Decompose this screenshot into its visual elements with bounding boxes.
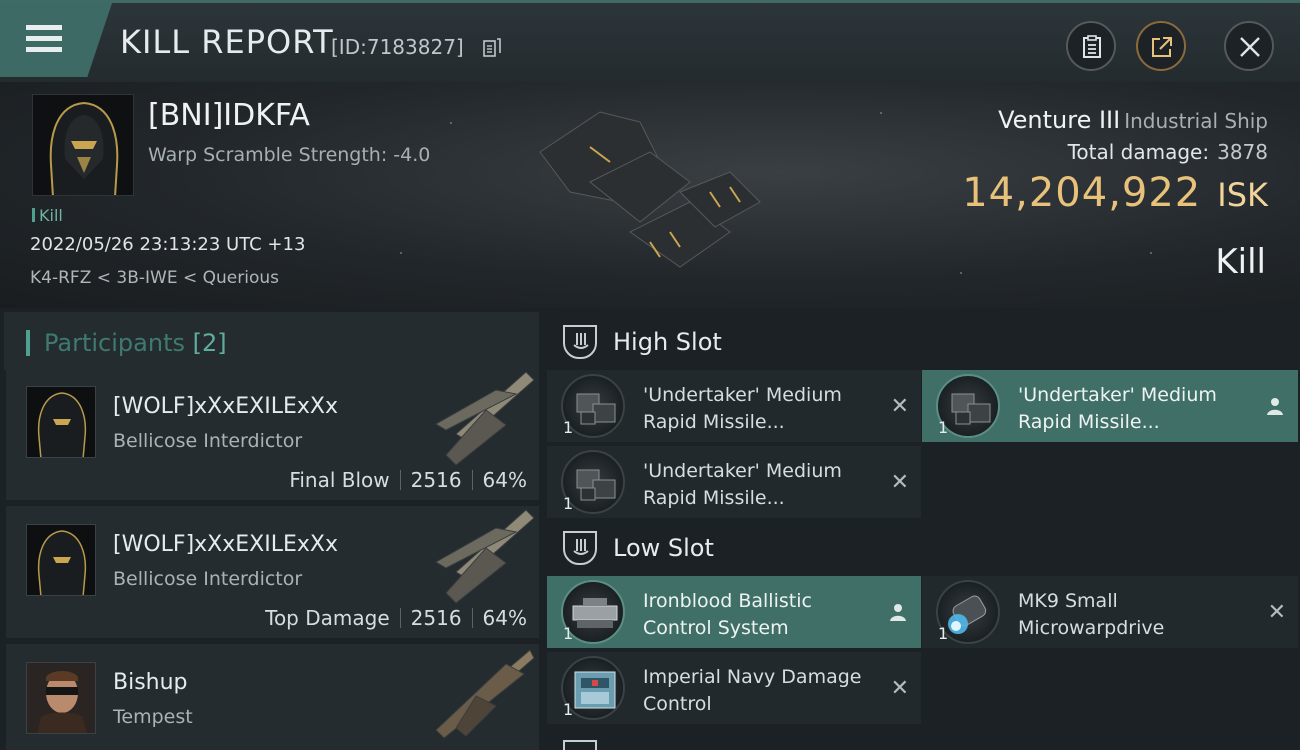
share-icon <box>1152 37 1172 57</box>
low-slot-title: Low Slot <box>613 534 714 562</box>
participant-name[interactable]: [WOLF]xXxEXILExXx <box>113 394 338 419</box>
total-damage-label: Total damage: <box>1067 140 1210 164</box>
item-name: Imperial Navy Damage Control <box>643 666 862 715</box>
participant-name[interactable]: Bishup <box>113 670 188 695</box>
destroyed-icon: ✕ <box>890 470 909 495</box>
item-quantity: 1 <box>563 700 574 719</box>
participant-row[interactable]: Bishup Tempest <box>6 644 539 750</box>
victim-ship-info[interactable]: Venture III Industrial Ship <box>998 106 1268 134</box>
menu-button[interactable] <box>0 3 112 77</box>
item-name: Ironblood Ballistic Control System <box>643 590 812 639</box>
participant-ship: Tempest <box>113 706 193 728</box>
fitting-item[interactable]: 1 Ironblood Ballistic Control System <box>547 576 921 648</box>
hamburger-icon <box>26 25 62 58</box>
warp-scramble-strength: Warp Scramble Strength: -4.0 <box>148 144 431 166</box>
participant-ship: Bellicose Interdictor <box>113 430 303 452</box>
item-quantity: 1 <box>563 624 574 643</box>
item-name: 'Undertaker' Medium Rapid Missile... <box>643 384 842 433</box>
page-title: KILL REPORT <box>120 23 334 61</box>
high-slot-header: High Slot <box>543 312 1300 372</box>
participant-ship-image <box>435 649 535 739</box>
clipboard-icon <box>1083 35 1101 58</box>
kill-type-tag: Kill <box>32 206 63 225</box>
copy-id-icon[interactable] <box>483 38 501 58</box>
low-slot-icon <box>563 531 597 565</box>
section-accent-bar <box>26 330 30 356</box>
victim-ship-image[interactable] <box>530 92 770 292</box>
participant-tag: Final Blow <box>289 468 390 492</box>
participant-stats: Top Damage 2516 64% <box>265 606 527 630</box>
kill-result: Kill <box>1215 242 1266 282</box>
item-quantity: 1 <box>938 418 949 437</box>
participant-damage: 2516 <box>410 606 462 630</box>
high-slot-title: High Slot <box>613 328 722 356</box>
isk-amount: 14,204,922 <box>962 170 1202 216</box>
item-quantity: 1 <box>563 494 574 513</box>
victim-banner: [BNI]IDKFA Warp Scramble Strength: -4.0 … <box>0 82 1300 308</box>
title-bar: KILL REPORT [ID:7183827] <box>0 0 1300 82</box>
participant-damage: 2516 <box>410 468 462 492</box>
participants-count: [2] <box>192 329 227 357</box>
victim-avatar[interactable] <box>32 94 134 196</box>
fitting-item[interactable]: 1 Imperial Navy Damage Control ✕ <box>547 652 921 724</box>
dropped-person-icon <box>1267 398 1283 415</box>
item-quantity: 1 <box>938 624 949 643</box>
participant-stats: Final Blow 2516 64% <box>289 468 527 492</box>
fittings-panel: High Slot 1 'Undertaker' Medium Rapid Mi… <box>543 308 1300 750</box>
next-slot-icon <box>563 740 597 750</box>
destroyed-icon: ✕ <box>890 676 909 701</box>
participant-avatar[interactable] <box>26 386 96 458</box>
fitting-item[interactable]: 1 'Undertaker' Medium Rapid Missile... <box>922 370 1298 442</box>
fitting-item[interactable]: 1 'Undertaker' Medium Rapid Missile... ✕ <box>547 446 921 518</box>
participants-label: Participants <box>44 329 185 357</box>
destroyed-icon: ✕ <box>890 394 909 419</box>
participant-ship-image <box>435 509 535 604</box>
victim-ship-name: Venture III <box>998 106 1121 134</box>
participant-row[interactable]: [WOLF]xXxEXILExXx Bellicose Interdictor … <box>6 506 539 638</box>
fitting-item[interactable]: 1 'Undertaker' Medium Rapid Missile... ✕ <box>547 370 921 442</box>
victim-ship-class: Industrial Ship <box>1124 109 1268 133</box>
participant-percent: 64% <box>482 468 527 492</box>
participant-row[interactable]: [WOLF]xXxEXILExXx Bellicose Interdictor … <box>6 368 539 500</box>
participant-percent: 64% <box>482 606 527 630</box>
victim-name[interactable]: [BNI]IDKFA <box>148 98 310 133</box>
isk-value: 14,204,922 ISK <box>962 170 1268 216</box>
destroyed-icon: ✕ <box>1267 600 1286 625</box>
item-name: 'Undertaker' Medium Rapid Missile... <box>643 460 842 509</box>
high-slot-icon <box>563 325 597 359</box>
close-icon <box>1240 37 1260 57</box>
participant-name[interactable]: [WOLF]xXxEXILExXx <box>113 532 338 557</box>
item-name: MK9 Small Microwarpdrive <box>1018 590 1165 639</box>
kill-timestamp: 2022/05/26 23:13:23 UTC +13 <box>30 234 306 255</box>
item-quantity: 1 <box>563 418 574 437</box>
close-button[interactable] <box>1224 21 1274 71</box>
kill-id: [ID:7183827] <box>331 35 464 59</box>
total-damage: Total damage: 3878 <box>1068 140 1268 164</box>
total-damage-value: 3878 <box>1217 140 1268 164</box>
fitting-item[interactable]: 1 MK9 Small Microwarpdrive ✕ <box>922 576 1298 648</box>
low-slot-header: Low Slot <box>543 518 1300 578</box>
participant-avatar[interactable] <box>26 662 96 734</box>
participant-ship-image <box>435 371 535 466</box>
dropped-person-icon <box>890 604 906 621</box>
participant-ship: Bellicose Interdictor <box>113 568 303 590</box>
participants-panel: Participants [2] [WOLF]xXxEXILExXx Belli… <box>0 308 543 750</box>
kill-location[interactable]: K4-RFZ < 3B-IWE < Querious <box>30 268 279 288</box>
isk-currency: ISK <box>1217 176 1268 214</box>
item-name: 'Undertaker' Medium Rapid Missile... <box>1018 384 1217 433</box>
report-button[interactable] <box>1066 21 1116 71</box>
participant-avatar[interactable] <box>26 524 96 596</box>
participants-title: Participants [2] <box>44 329 227 357</box>
share-button[interactable] <box>1136 21 1186 71</box>
participant-tag: Top Damage <box>265 606 390 630</box>
participants-header: Participants [2] <box>4 312 539 370</box>
